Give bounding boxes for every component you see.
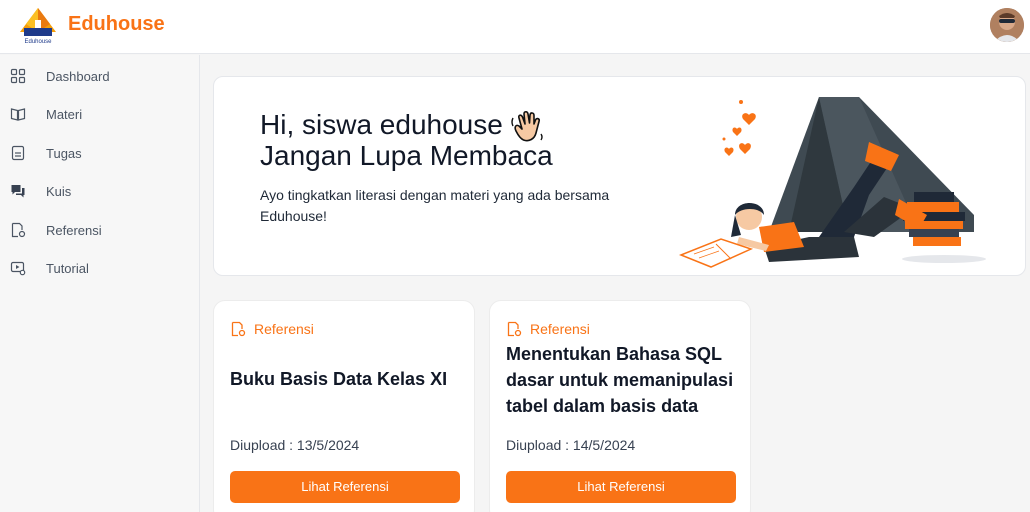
chat-icon [11,185,25,198]
reference-card: Referensi Menentukan Bahasa SQL dasar un… [489,300,751,512]
sidebar-item-label: Referensi [46,223,102,238]
sidebar-item-tutorial[interactable]: Tutorial [0,252,200,284]
brand-name: Eduhouse [68,13,165,35]
sidebar-item-label: Dashboard [46,69,110,84]
grid-icon [10,68,26,84]
top-bar: Eduhouse Eduhouse [0,0,1030,54]
sidebar-item-kuis[interactable]: Kuis [0,175,200,207]
reference-card: Referensi Buku Basis Data Kelas XI Diupl… [213,300,475,512]
hero-greeting: Hi, siswa eduhouse [260,109,503,140]
hero-subtitle: Ayo tingkatkan literasi dengan materi ya… [260,187,610,224]
sidebar-item-tugas[interactable]: Tugas [0,137,200,169]
logo-caption: Eduhouse [24,39,52,45]
document-gear-icon [11,222,26,238]
card-category: Referensi [254,321,314,337]
view-reference-button[interactable]: Lihat Referensi [506,471,736,503]
document-gear-icon [507,321,522,337]
sidebar-item-materi[interactable]: Materi [0,98,200,130]
card-category: Referensi [530,321,590,337]
sidebar-item-referensi[interactable]: Referensi [0,214,200,246]
card-upload-date: Diupload : 13/5/2024 [230,437,360,453]
eduhouse-logo[interactable]: Eduhouse [16,6,60,46]
user-avatar[interactable] [990,8,1024,42]
sidebar-item-label: Tutorial [46,261,89,276]
hero-headline: Jangan Lupa Membaca [260,140,553,171]
card-upload-date: Diupload : 14/5/2024 [506,437,636,453]
welcome-banner: Hi, siswa eduhouse Jangan Lupa Membaca A… [213,76,1026,276]
sidebar-item-dashboard[interactable]: Dashboard [0,60,200,92]
sidebar-item-label: Tugas [46,146,82,161]
view-reference-button[interactable]: Lihat Referensi [230,471,460,503]
document-gear-icon [231,321,246,337]
card-title: Buku Basis Data Kelas XI [230,369,448,389]
sidebar-item-label: Kuis [46,184,72,199]
sidebar: Dashboard Materi Tugas Kuis Referensi Tu… [0,55,200,512]
reading-girl-illustration [678,97,986,268]
sidebar-item-label: Materi [46,107,83,122]
clipboard-icon [11,145,25,161]
video-gear-icon [10,261,26,276]
book-open-icon [10,108,26,121]
card-title: Menentukan Bahasa SQL dasar untuk memani… [506,344,734,416]
